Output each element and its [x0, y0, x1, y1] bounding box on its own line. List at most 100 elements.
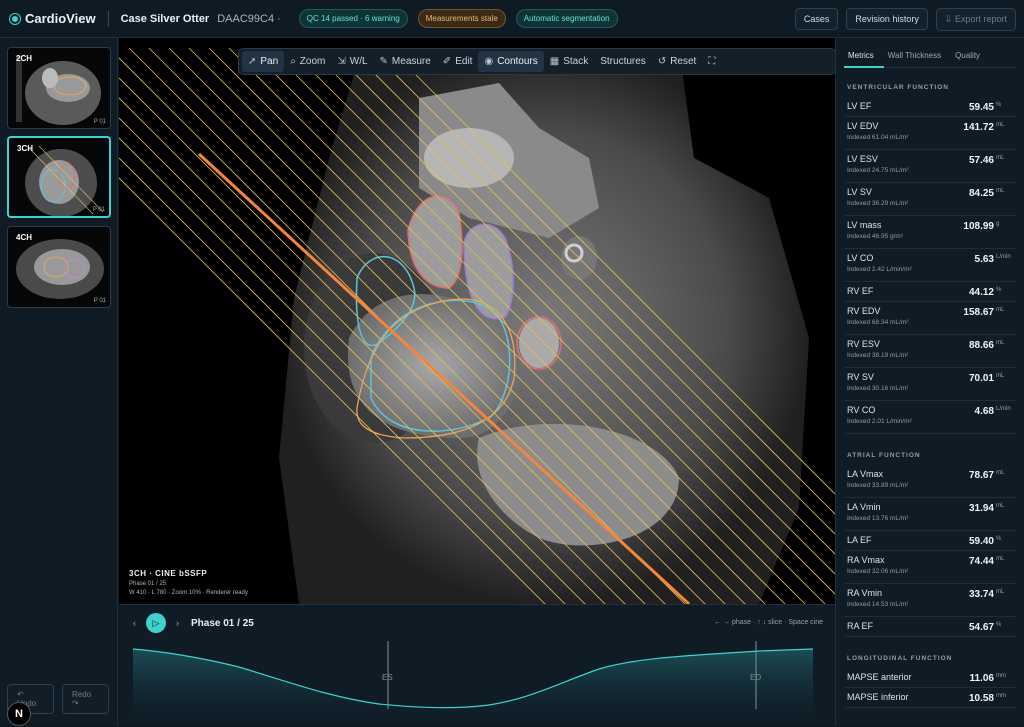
metric-unit: mL [996, 188, 1005, 194]
pencil-icon: ✐ [442, 56, 452, 67]
measurements-stale-badge[interactable]: Measurements stale [417, 9, 506, 28]
structures-tool[interactable]: Structures [594, 51, 652, 72]
mri-image [119, 47, 835, 604]
metric-row[interactable]: RV ESV Indexed 38.19 mL/m² 88.66 mL [844, 335, 1016, 368]
metric-row[interactable]: MAPSE inferior 10.58 mm [844, 688, 1016, 708]
stack-tool[interactable]: ▦ Stack [544, 51, 594, 72]
viewer-toolbar: ➚ Pan ⌕ Zoom ⇲ W/L ✎ Measure ✐ Edit ◉ Contours… [238, 48, 835, 75]
metric-row[interactable]: LV CO Indexed 2.42 L/min/m² 5.63 L/min [844, 249, 1016, 282]
metric-row[interactable]: LA Vmin Indexed 13.76 mL/m² 31.94 mL [844, 498, 1016, 531]
undo-icon: ↶ [17, 690, 24, 699]
metric-value: 158.67 [963, 307, 994, 318]
edit-tool[interactable]: ✐ Edit [437, 51, 479, 72]
export-report-label: Export report [954, 13, 1007, 24]
redo-button[interactable]: Redo ↷ [62, 684, 109, 714]
metric-indexed: Indexed 14.53 mL/m² [847, 601, 909, 608]
contours-tool[interactable]: ◉ Contours [478, 51, 544, 72]
metric-value: 54.67 [968, 622, 994, 633]
next-phase-icon[interactable]: › [176, 618, 179, 628]
keyboard-hint: ← → phase · ↑ ↓ slice · Space cine [714, 619, 823, 626]
window-level-tool[interactable]: ⇲ W/L [331, 51, 373, 72]
redo-icon: ↷ [72, 699, 79, 708]
metric-row[interactable]: LA EF 59.40% [844, 531, 1016, 551]
metric-value: 44.12 [968, 287, 994, 298]
metric-row[interactable]: RA EF 54.67% [844, 617, 1016, 637]
metric-row[interactable]: LV SV Indexed 36.29 mL/m² 84.25 mL [844, 183, 1016, 216]
metric-indexed: Indexed 2.01 L/min/m² [847, 418, 912, 425]
n-badge-icon[interactable]: N [7, 702, 31, 726]
zoom-tool[interactable]: ⌕ Zoom [284, 51, 331, 72]
tab-wall-thickness[interactable]: Wall Thickness [884, 38, 951, 67]
section-title: VENTRICULAR FUNCTION [847, 84, 949, 91]
thumbnail-label: 2CH [16, 54, 33, 63]
metric-unit: mm [996, 673, 1006, 679]
pan-tool[interactable]: ➚ Pan [242, 51, 285, 72]
metric-row[interactable]: LV mass Indexed 46.95 g/m² 108.99 g [844, 216, 1016, 249]
app-logo: CardioView [10, 11, 96, 26]
metric-value: 74.44 [968, 556, 994, 567]
thumbnail-4ch[interactable]: 4CH P 01 [7, 226, 111, 308]
metric-row[interactable]: RV CO Indexed 2.01 L/min/m² 4.68 L/min [844, 401, 1016, 434]
fullscreen-button[interactable]: ⛶ [702, 51, 725, 72]
metric-row[interactable]: MAPSE anterior 11.06 mm [844, 668, 1016, 688]
metric-unit: mm [996, 693, 1006, 699]
reset-label: Reset [670, 56, 697, 67]
qc-badge[interactable]: QC 14 passed · 6 warning [298, 9, 408, 28]
series-title: 3CH · CINE bSSFP [129, 569, 208, 578]
metric-value: 78.67 [968, 470, 994, 481]
metric-value: 59.40 [968, 536, 994, 547]
metric-unit: L/min [996, 254, 1011, 260]
segmentation-badge[interactable]: Automatic segmentation [515, 9, 618, 28]
metric-unit: mL [996, 373, 1005, 379]
metric-row[interactable]: LV ESV Indexed 24.75 mL/m² 57.46 mL [844, 150, 1016, 183]
panel-tabs: Metrics Wall Thickness Quality [844, 38, 1016, 68]
metric-indexed: Indexed 24.75 mL/m² [847, 167, 909, 174]
zoom-icon: ⌕ [290, 56, 296, 67]
metric-row[interactable]: RV EF 44.12% [844, 282, 1016, 302]
export-report-button[interactable]: ⇩ Export report [935, 7, 1016, 31]
metric-row[interactable]: LV EF 59.45% [844, 97, 1016, 117]
metric-row[interactable]: RA Vmin Indexed 14.53 mL/m² 33.74 mL [844, 584, 1016, 617]
top-bar: CardioView Case Silver Otter DAAC99C4 · … [0, 0, 1024, 38]
tab-quality[interactable]: Quality [951, 38, 990, 67]
metric-unit: mL [996, 503, 1005, 509]
metric-indexed: Indexed 32.06 mL/m² [847, 568, 909, 575]
metric-value: 141.72 [963, 122, 994, 133]
play-button[interactable]: ▷ [146, 613, 166, 633]
image-viewer[interactable]: ➚ Pan ⌕ Zoom ⇲ W/L ✎ Measure ✐ Edit ◉ Contours… [119, 38, 835, 604]
tab-metrics[interactable]: Metrics [844, 38, 884, 68]
prev-phase-icon[interactable]: ‹ [133, 618, 136, 628]
metric-unit: % [996, 622, 1002, 628]
edit-label: Edit [455, 56, 473, 67]
redo-label: Redo [72, 690, 92, 699]
app-name: CardioView [25, 11, 96, 26]
metric-value: 33.74 [968, 589, 994, 600]
metric-row[interactable]: RV SV Indexed 30.16 mL/m² 70.01 mL [844, 368, 1016, 401]
metric-unit: mL [996, 155, 1005, 161]
viewer-info: 3CH · CINE bSSFP Phase 01 / 25 W 410 · L… [129, 569, 248, 596]
thumbnail-label: 4CH [16, 233, 33, 242]
metric-indexed: Indexed 46.95 g/m² [847, 233, 904, 240]
metric-unit: % [996, 536, 1002, 542]
metric-unit: mL [996, 340, 1005, 346]
thumbnail-2ch[interactable]: 2CH P 01 [7, 47, 111, 129]
metric-row[interactable]: RA Vmax Indexed 32.06 mL/m² 74.44 mL [844, 551, 1016, 584]
metric-row[interactable]: LA Vmax Indexed 33.89 mL/m² 78.67 mL [844, 465, 1016, 498]
thumbnail-phase: P 01 [93, 298, 106, 304]
metric-indexed: Indexed 30.16 mL/m² [847, 385, 909, 392]
revision-history-button[interactable]: Revision history [846, 8, 928, 30]
fullscreen-icon: ⛶ [708, 56, 716, 67]
measure-tool[interactable]: ✎ Measure [374, 51, 437, 72]
metric-unit: mL [996, 307, 1005, 313]
viewer-phase: Phase 01 / 25 [129, 581, 167, 587]
metric-row[interactable]: RV EDV Indexed 68.34 mL/m² 158.67 mL [844, 302, 1016, 335]
volume-curve[interactable]: ES ED [119, 637, 835, 727]
metrics-panel: Metrics Wall Thickness Quality VENTRICUL… [835, 38, 1024, 726]
phase-label: Phase 01 / 25 [191, 617, 254, 629]
thumbnail-3ch[interactable]: 3CH P 01 [7, 136, 111, 218]
cases-button[interactable]: Cases [794, 8, 839, 30]
metric-row[interactable]: LV EDV Indexed 61.04 mL/m² 141.72 mL [844, 117, 1016, 150]
reset-tool[interactable]: ↺ Reset [652, 51, 703, 72]
case-name: Case Silver Otter [120, 12, 210, 25]
structures-label: Structures [600, 56, 646, 67]
